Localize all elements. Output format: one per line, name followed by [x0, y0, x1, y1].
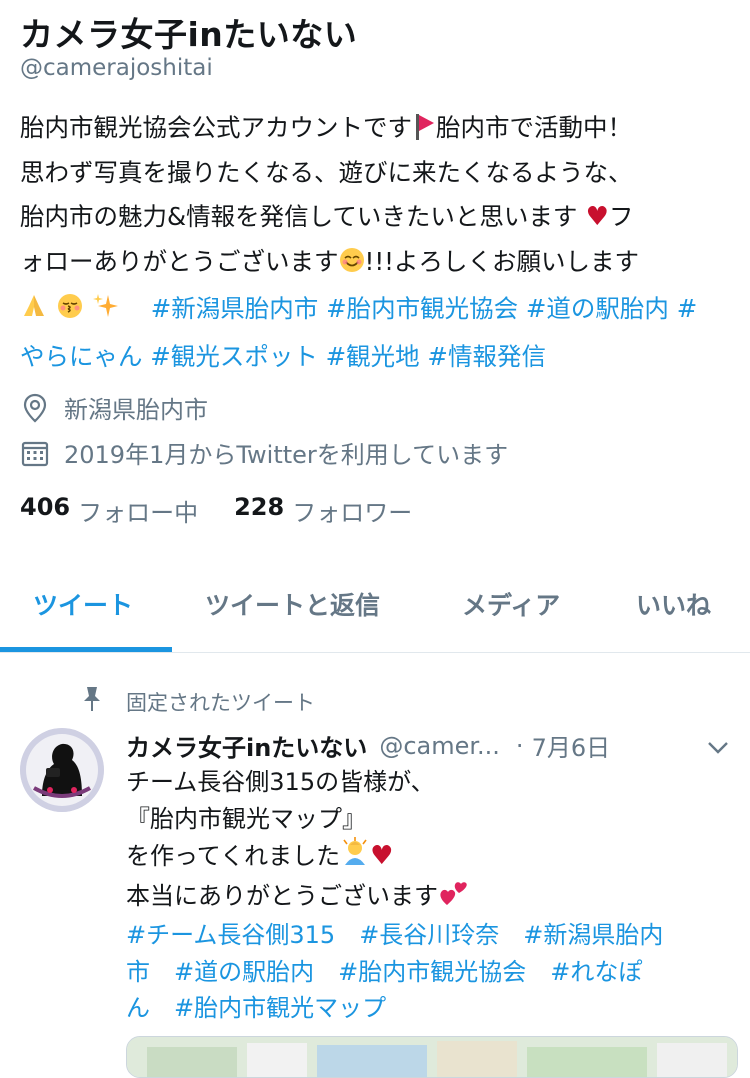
red-flag-emoji — [414, 114, 434, 140]
pinned-tweet-label: 固定されたツイート — [82, 686, 315, 717]
following-link[interactable]: 406 フォロー中 — [20, 493, 198, 528]
location-pin-icon — [20, 393, 50, 423]
calendar-icon — [20, 438, 50, 468]
profile-join-date: 2019年1月からTwitterを利用しています — [20, 435, 508, 470]
folded-hands-emoji — [20, 290, 48, 335]
tweet-author-handle[interactable]: @camer... — [379, 732, 500, 760]
tab-tweets[interactable]: ツイート — [33, 586, 133, 622]
tweet-hashtags-line1[interactable]: #チーム長谷側315 #長谷川玲奈 #新潟県胎内 — [126, 917, 736, 954]
two-hearts-emoji — [438, 879, 468, 918]
tweet-date[interactable]: 7月6日 — [532, 728, 611, 763]
smiling-face-emoji — [339, 243, 365, 288]
red-heart-emoji: ♥ — [370, 841, 394, 871]
tweet-text: チーム長谷側315の皆様が、 『胎内市観光マップ』 を作ってくれました ♥ 本当に… — [126, 764, 736, 1027]
tweet-hashtags-line3[interactable]: ん #胎内市観光マップ — [126, 990, 736, 1027]
followers-link[interactable]: 228 フォロワー — [234, 493, 412, 528]
profile-stats: 406 フォロー中 228 フォロワー — [20, 493, 448, 528]
chevron-down-icon[interactable] — [705, 737, 731, 757]
profile-display-name: カメラ女子inたいない — [20, 15, 358, 54]
avatar[interactable] — [20, 728, 104, 812]
person-bowing-emoji — [340, 837, 370, 878]
tweet-header: カメラ女子inたいない @camer... · 7月6日 — [126, 728, 736, 763]
red-heart-emoji: ♥ — [577, 202, 609, 232]
active-tab-indicator — [0, 647, 172, 652]
profile-tabs: ツイート ツイートと返信 メディア いいね — [0, 560, 750, 653]
sparkles-emoji — [92, 290, 120, 335]
profile-bio: 胎内市観光協会公式アカウントです 胎内市で活動中！ 思わず写真を撮りたくなる、遊び… — [20, 113, 698, 371]
bio-hashtags-line2[interactable]: やらにゃん #観光スポット #観光地 #情報発信 — [20, 342, 546, 371]
pin-icon — [82, 686, 104, 717]
tab-likes[interactable]: いいね — [636, 586, 711, 622]
bio-hashtags-line1[interactable]: #新潟県胎内市 #胎内市観光協会 #道の駅胎内 # — [151, 294, 697, 323]
tweet-media-image[interactable] — [126, 1036, 738, 1078]
kissing-face-emoji — [56, 290, 84, 335]
tab-media[interactable]: メディア — [462, 586, 560, 622]
tweet-hashtags-line2[interactable]: 市 #道の駅胎内 #胎内市観光協会 #れなぽ — [126, 954, 736, 991]
profile-location: 新潟県胎内市 — [20, 390, 208, 425]
tweet-author-name[interactable]: カメラ女子inたいない — [126, 728, 367, 763]
tab-tweets-and-replies[interactable]: ツイートと返信 — [205, 586, 380, 622]
profile-handle: @camerajoshitai — [20, 55, 213, 81]
